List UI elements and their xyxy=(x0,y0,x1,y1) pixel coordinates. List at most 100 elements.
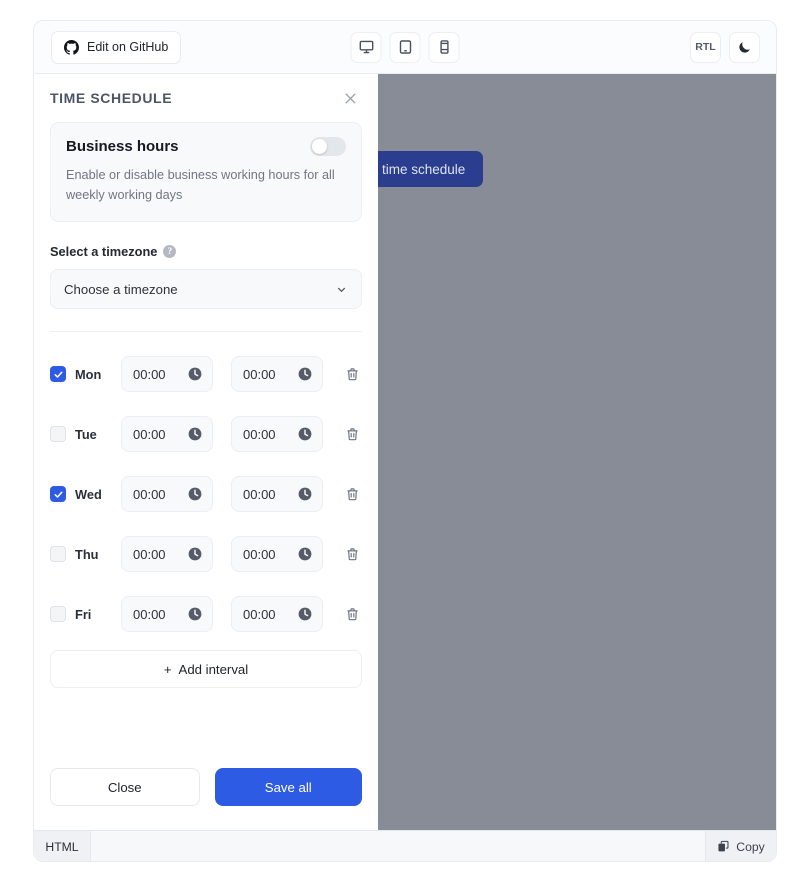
business-hours-description: Enable or disable business working hours… xyxy=(66,168,335,202)
panel-body: Business hours Enable or disable busines… xyxy=(34,122,378,768)
clock-icon[interactable] xyxy=(297,606,313,622)
add-interval-button[interactable]: + Add interval xyxy=(50,650,362,689)
copy-button[interactable]: Copy xyxy=(705,831,776,861)
chevron-down-icon xyxy=(335,283,348,296)
timezone-select[interactable]: Choose a timezone xyxy=(50,269,362,310)
day-label: Mon xyxy=(75,366,102,382)
day-checkbox-tue[interactable] xyxy=(50,426,66,443)
dark-mode-button[interactable] xyxy=(729,31,760,63)
delete-interval-button-thu[interactable] xyxy=(345,547,360,562)
demo-app-card: Edit on GitHub RTL time schedule TIME SC… xyxy=(33,20,777,862)
day-label: Thu xyxy=(75,546,99,562)
end-time-value: 00:00 xyxy=(243,486,276,502)
start-time-input-thu[interactable]: 00:00 xyxy=(121,536,213,573)
mobile-icon xyxy=(436,39,452,55)
top-toolbar: Edit on GitHub RTL xyxy=(34,21,776,74)
business-hours-title: Business hours xyxy=(66,138,179,155)
day-rows: Mon 00:00 00:00 Tue 00:00 00:00 Wed 00:00 00:00 T… xyxy=(50,344,362,644)
clock-icon[interactable] xyxy=(187,606,203,622)
panel-title: TIME SCHEDULE xyxy=(50,90,173,106)
tab-html-label: HTML xyxy=(45,839,79,854)
start-time-value: 00:00 xyxy=(133,486,166,502)
tablet-icon xyxy=(397,39,413,55)
toolbar-right-group: RTL xyxy=(690,31,760,63)
github-icon xyxy=(64,39,79,55)
timezone-label-row: Select a timezone ? xyxy=(50,244,362,259)
mobile-view-button[interactable] xyxy=(428,31,460,63)
day-row: Mon 00:00 00:00 xyxy=(50,344,362,404)
clock-icon[interactable] xyxy=(297,426,313,442)
close-button[interactable]: Close xyxy=(50,768,200,806)
plus-icon: + xyxy=(163,661,172,677)
day-checkbox-wed[interactable] xyxy=(50,486,66,503)
business-hours-row: Business hours xyxy=(66,137,346,156)
day-checkbox-fri[interactable] xyxy=(50,606,66,623)
save-all-label: Save all xyxy=(264,779,312,795)
clock-icon[interactable] xyxy=(297,486,313,502)
clock-icon[interactable] xyxy=(187,486,203,502)
day-label: Tue xyxy=(75,426,97,442)
edit-on-github-label: Edit on GitHub xyxy=(87,40,169,54)
end-time-value: 00:00 xyxy=(243,366,276,382)
day-label: Wed xyxy=(75,486,102,502)
time-schedule-panel: TIME SCHEDULE Business hours Enable or d… xyxy=(34,74,378,830)
delete-interval-button-wed[interactable] xyxy=(345,487,360,502)
add-interval-label: Add interval xyxy=(178,661,249,677)
clock-icon[interactable] xyxy=(187,546,203,562)
day-label: Fri xyxy=(75,606,92,622)
end-time-value: 00:00 xyxy=(243,546,276,562)
start-time-input-tue[interactable]: 00:00 xyxy=(121,416,213,453)
copy-icon xyxy=(717,840,730,853)
timezone-select-value: Choose a timezone xyxy=(64,281,178,297)
code-bar: HTML Copy xyxy=(34,830,776,861)
help-icon[interactable]: ? xyxy=(163,245,177,259)
device-preview-group xyxy=(350,31,460,63)
tab-html[interactable]: HTML xyxy=(34,831,91,861)
desktop-icon xyxy=(358,39,374,55)
end-time-input-tue[interactable]: 00:00 xyxy=(231,416,323,453)
start-time-value: 00:00 xyxy=(133,546,166,562)
panel-divider xyxy=(50,331,362,333)
business-hours-card: Business hours Enable or disable busines… xyxy=(50,122,362,223)
edit-on-github-button[interactable]: Edit on GitHub xyxy=(51,30,182,64)
toggle-knob xyxy=(312,139,327,154)
preview-area: time schedule TIME SCHEDULE Business hou… xyxy=(34,74,776,830)
tablet-view-button[interactable] xyxy=(389,31,421,63)
end-time-value: 00:00 xyxy=(243,426,276,442)
end-time-input-wed[interactable]: 00:00 xyxy=(231,476,323,513)
save-all-button[interactable]: Save all xyxy=(214,768,362,806)
day-row: Fri 00:00 00:00 xyxy=(50,584,362,644)
panel-footer: Close Save all xyxy=(34,768,378,830)
clock-icon[interactable] xyxy=(297,366,313,382)
day-checkbox-thu[interactable] xyxy=(50,546,66,563)
day-row: Wed 00:00 00:00 xyxy=(50,464,362,524)
desktop-view-button[interactable] xyxy=(350,31,382,63)
delete-interval-button-tue[interactable] xyxy=(345,427,360,442)
panel-header: TIME SCHEDULE xyxy=(34,74,378,122)
timezone-label: Select a timezone xyxy=(50,244,158,260)
close-button-label: Close xyxy=(107,779,142,795)
day-checkbox-mon[interactable] xyxy=(50,366,66,383)
rtl-label: RTL xyxy=(695,41,716,53)
delete-interval-button-mon[interactable] xyxy=(345,367,360,382)
close-icon[interactable] xyxy=(340,88,360,108)
start-time-value: 00:00 xyxy=(133,426,166,442)
day-row: Tue 00:00 00:00 xyxy=(50,404,362,464)
start-time-input-mon[interactable]: 00:00 xyxy=(121,356,213,393)
clock-icon[interactable] xyxy=(187,366,203,382)
start-time-input-wed[interactable]: 00:00 xyxy=(121,476,213,513)
end-time-input-mon[interactable]: 00:00 xyxy=(231,356,323,393)
end-time-input-thu[interactable]: 00:00 xyxy=(231,536,323,573)
end-time-input-fri[interactable]: 00:00 xyxy=(231,596,323,633)
start-time-value: 00:00 xyxy=(133,606,166,622)
clock-icon[interactable] xyxy=(297,546,313,562)
open-time-schedule-button[interactable]: time schedule xyxy=(364,151,484,187)
open-time-schedule-label: time schedule xyxy=(382,161,466,177)
end-time-value: 00:00 xyxy=(243,606,276,622)
rtl-toggle-button[interactable]: RTL xyxy=(690,31,721,63)
business-hours-toggle[interactable] xyxy=(310,137,346,156)
start-time-input-fri[interactable]: 00:00 xyxy=(121,596,213,633)
copy-label: Copy xyxy=(736,839,765,854)
clock-icon[interactable] xyxy=(187,426,203,442)
delete-interval-button-fri[interactable] xyxy=(345,607,360,622)
